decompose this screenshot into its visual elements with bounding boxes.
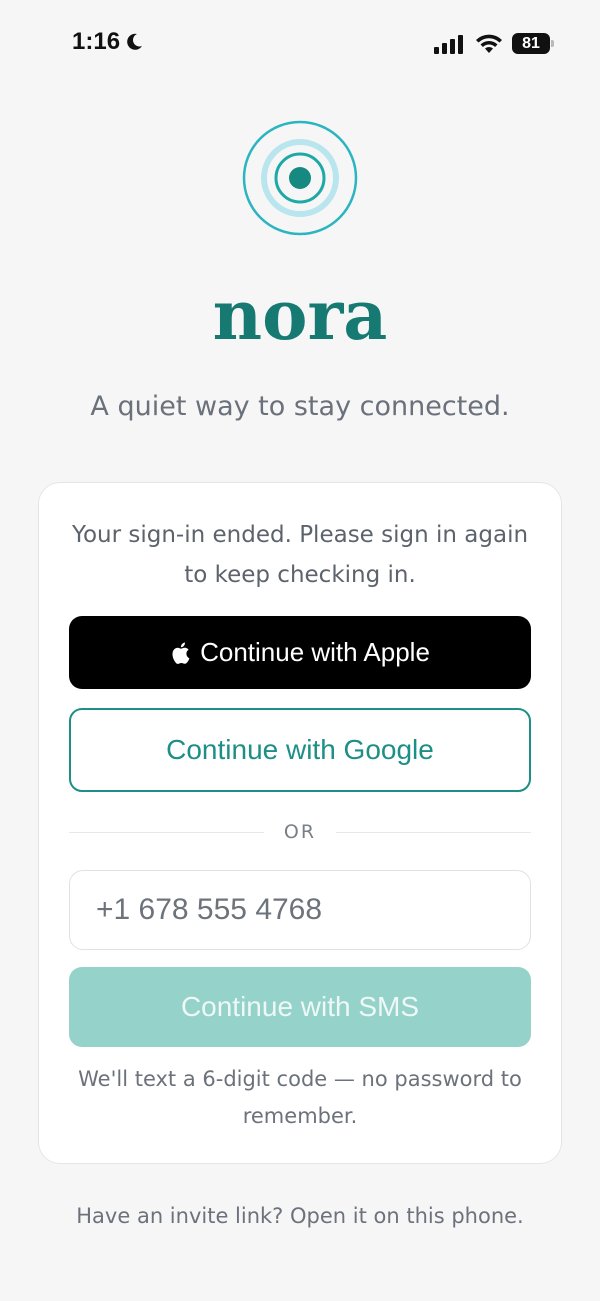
tagline: A quiet way to stay connected. [90,391,510,422]
phone-number-value: +1 678 555 4768 [96,893,323,926]
apple-button-label: Continue with Apple [200,637,430,667]
sms-code-note: We'll text a 6-digit code — no password … [78,1067,522,1128]
status-indicators: 81 [434,33,554,54]
divider-line-left [69,831,264,833]
continue-with-sms-button[interactable]: Continue with SMS [69,967,531,1047]
cellular-signal-icon [434,34,463,54]
divider-line-right [336,831,532,833]
apple-icon [172,642,190,664]
continue-with-google-button[interactable]: Continue with Google [69,708,531,792]
battery-icon: 81 [512,33,554,54]
or-divider: OR [69,819,532,845]
battery-level: 81 [522,34,540,52]
status-time: 1:16 [72,28,144,56]
sms-button-label: Continue with SMS [180,991,420,1022]
invite-link-note: Have an invite link? Open it on this pho… [76,1204,524,1228]
wifi-icon [476,34,502,53]
google-button-label: Continue with Google [166,734,434,765]
divider-text: OR [283,821,317,843]
phone-number-field[interactable]: +1 678 555 4768 [69,870,531,950]
brand-name: nora [212,276,388,356]
continue-with-apple-button[interactable]: Continue with Apple [69,616,531,689]
status-bar: 1:16 81 [0,0,600,90]
moon-icon [127,33,143,50]
sign-in-card: Your sign-in ended. Please sign in again… [38,482,562,1164]
battery-tip [551,40,554,47]
concentric-rings-logo [242,120,358,236]
session-expired-message: Your sign-in ended. Please sign in again… [71,522,529,588]
time-text: 1:16 [72,28,121,55]
